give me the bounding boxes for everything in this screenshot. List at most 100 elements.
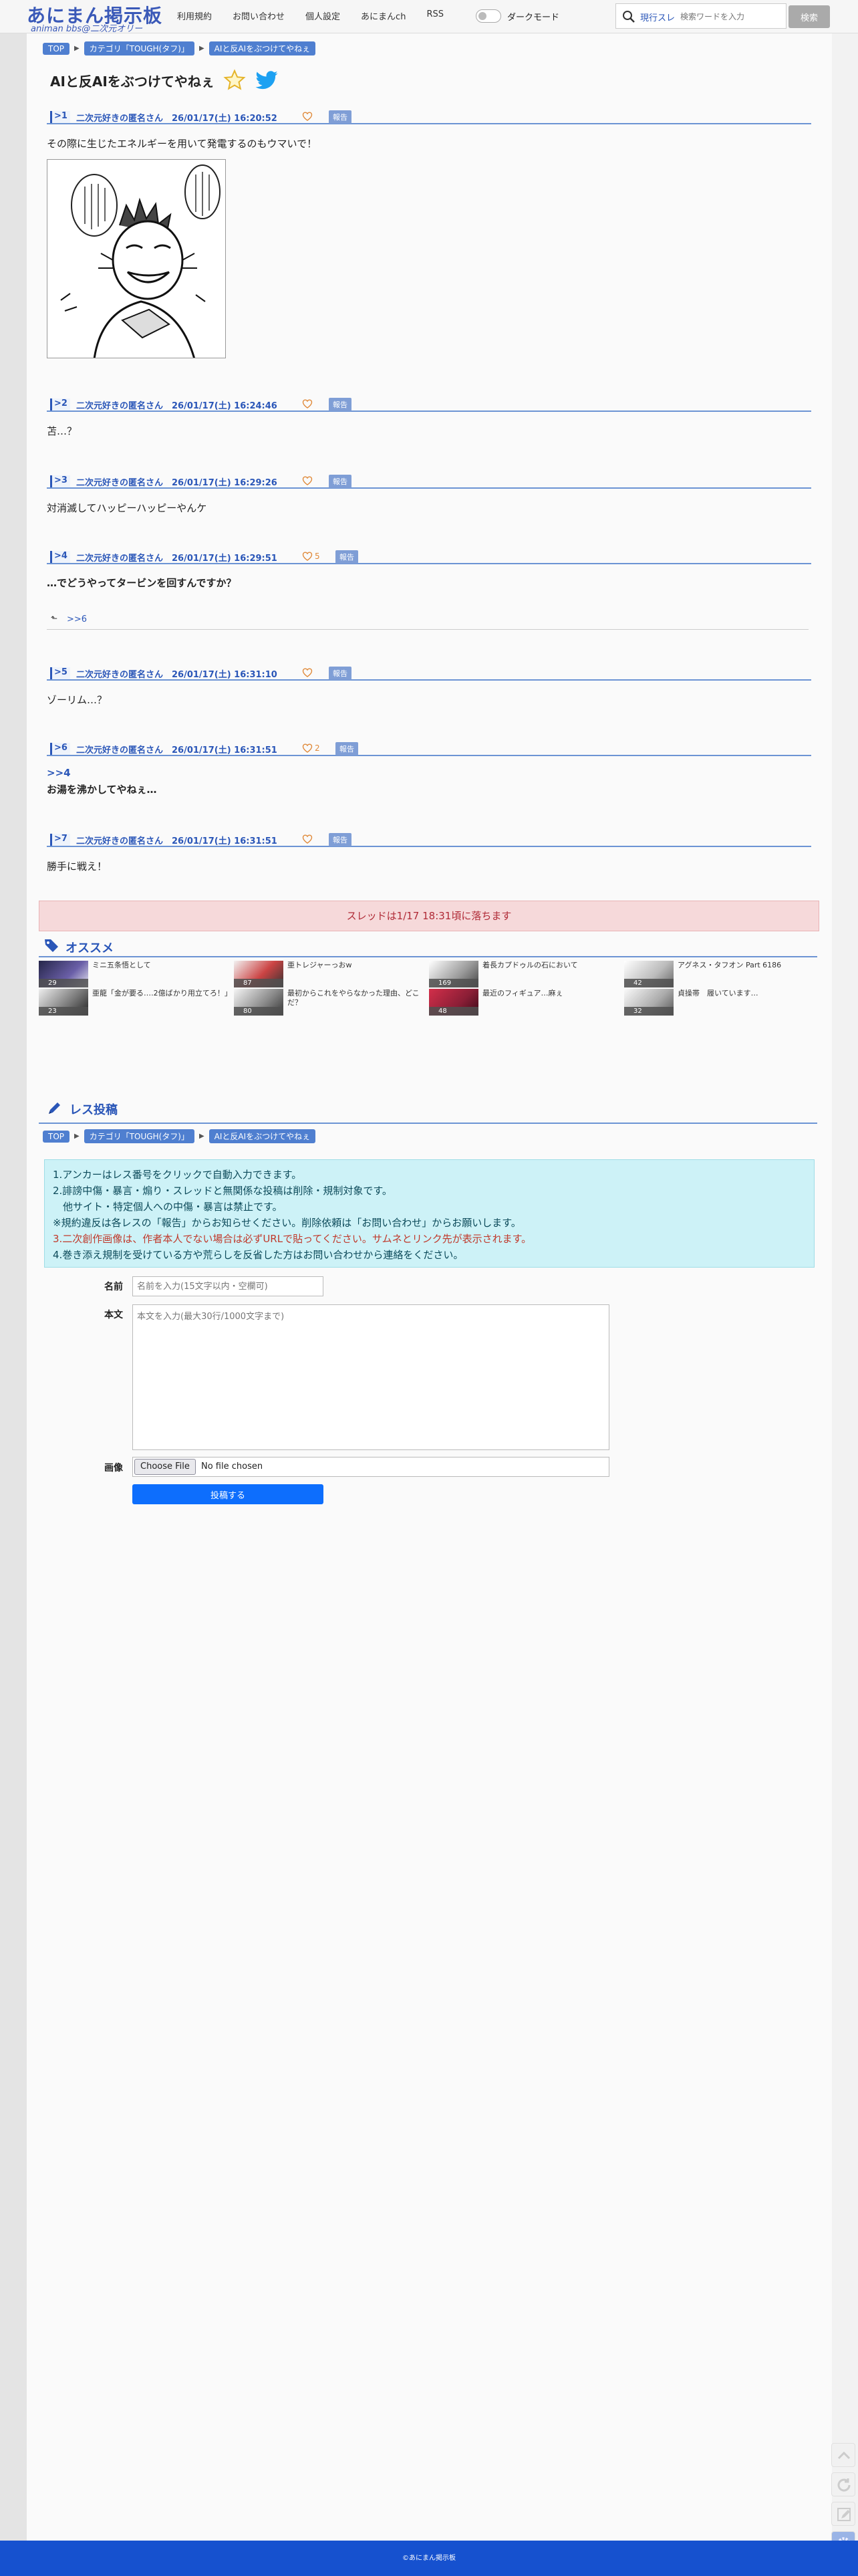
post-header: >5 二次元好きの匿名さん 26/01/17(土) 16:31:10 報告 [47, 666, 811, 681]
dark-mode-label: ダークモード [507, 13, 560, 23]
recommend-item[interactable]: 169 着長カプドゥルの石において [429, 961, 616, 987]
nav-terms[interactable]: 利用規約 [177, 9, 212, 22]
recommend-thumbnail: 42 [624, 961, 674, 987]
breadcrumb-category[interactable]: カテゴリ「TOUGH(タフ)」 [84, 1129, 194, 1143]
post-number[interactable]: >1 [50, 111, 70, 123]
search-scope-select[interactable]: 現行スレ [640, 11, 675, 23]
write-post-button[interactable] [831, 2502, 855, 2526]
nav-animanch[interactable]: あにまんch [361, 9, 406, 22]
recommend-thumbnail: 23 [39, 989, 88, 1016]
post-number[interactable]: >2 [50, 398, 70, 411]
post-header: >2 二次元好きの匿名さん 26/01/17(土) 16:24:46 報告 [47, 397, 811, 412]
anchor-link[interactable]: >>4 [47, 767, 71, 779]
report-button[interactable]: 報告 [329, 475, 351, 488]
thread-expire-notice: スレッドは1/17 18:31頃に落ちます [39, 901, 819, 931]
post-form-title: レス投稿 [69, 1103, 118, 1117]
recommend-item[interactable]: 32 貞操帯 履いています… [624, 989, 811, 1016]
main-nav: 利用規約 お問い合わせ 個人設定 あにまんch RSS [177, 9, 464, 22]
reload-button[interactable] [831, 2472, 855, 2496]
comment-count: 23 [39, 1007, 88, 1016]
report-button[interactable]: 報告 [329, 833, 351, 846]
breadcrumb: TOP ▶ カテゴリ「TOUGH(タフ)」 ▶ AIと反AIをぶつけてやねぇ [43, 41, 316, 55]
post-meta: 二次元好きの匿名さん 26/01/17(土) 16:31:51 [76, 836, 277, 846]
recommend-thumbnail: 48 [429, 989, 478, 1016]
nav-contact[interactable]: お問い合わせ [233, 9, 285, 22]
breadcrumb-category[interactable]: カテゴリ「TOUGH(タフ)」 [84, 41, 194, 55]
post-meta: 二次元好きの匿名さん 26/01/17(土) 16:29:26 [76, 478, 277, 488]
recommend-item[interactable]: 23 亜龍「金が要る‥‥2億ばかり用立てろ！」 [39, 989, 232, 1016]
recommend-item[interactable]: 80 最初からこれをやらなかった理由、どこだ？ [234, 989, 421, 1016]
favorite-star-icon[interactable] [223, 69, 247, 92]
recommend-item[interactable]: 42 アグネス・タフオン Part 6186 [624, 961, 811, 987]
site-logo[interactable]: あにまん掲示板 animan bbs@二次元オリー [27, 1, 164, 34]
body-textarea[interactable] [132, 1304, 609, 1450]
body-label: 本文 [104, 1310, 123, 1320]
breadcrumb-top[interactable]: TOP [43, 1130, 70, 1143]
post-number[interactable]: >7 [50, 834, 70, 846]
post-number[interactable]: >3 [50, 475, 70, 487]
recommend-item[interactable]: 29 ミニ五条悟として [39, 961, 226, 987]
image-label: 画像 [104, 1463, 123, 1474]
post-number[interactable]: >5 [50, 667, 70, 679]
site-footer: ©あにまん掲示板 [0, 2541, 858, 2576]
submit-post-button[interactable]: 投稿する [132, 1484, 323, 1504]
like-heart-icon[interactable] [302, 398, 313, 409]
name-field[interactable] [132, 1276, 323, 1296]
like-heart-icon[interactable] [302, 667, 313, 678]
like-heart-icon[interactable] [302, 111, 313, 122]
post-body: ゾーリム…？ [47, 694, 108, 706]
report-button[interactable]: 報告 [329, 667, 351, 680]
post-body: その際に生じたエネルギーを用いて発電するのもウマいで！ [47, 138, 317, 150]
reply-arrow-icon: ⬑ [51, 614, 58, 623]
site-header: あにまん掲示板 animan bbs@二次元オリー 利用規約 お問い合わせ 個人… [0, 0, 858, 34]
comment-count: 29 [39, 979, 88, 987]
breadcrumb-top[interactable]: TOP [43, 42, 70, 55]
like-heart-icon[interactable] [302, 475, 313, 486]
report-button[interactable]: 報告 [335, 550, 358, 564]
post-meta: 二次元好きの匿名さん 26/01/17(土) 16:31:51 [76, 745, 277, 755]
dark-mode-toggle[interactable] [476, 9, 501, 23]
recommend-title-text: 亜トレジャーっおw [287, 961, 352, 969]
reload-icon [837, 2478, 851, 2492]
comment-count: 32 [624, 1007, 674, 1016]
comment-count: 80 [234, 1007, 283, 1016]
report-button[interactable]: 報告 [329, 398, 351, 411]
recommend-title-text: 亜龍「金が要る‥‥2億ばかり用立てろ！」 [92, 989, 232, 998]
post-header: >3 二次元好きの匿名さん 26/01/17(土) 16:29:26 報告 [47, 474, 811, 489]
search-input[interactable] [680, 9, 780, 24]
rule-line: 4.巻き添え規制を受けている方や荒らしを反省した方はお問い合わせから連絡をくださ… [53, 1249, 464, 1261]
pen-icon [49, 1102, 60, 1114]
manga-image[interactable] [47, 159, 226, 358]
recommend-title-text: ミニ五条悟として [92, 961, 151, 969]
choose-file-button[interactable]: Choose File [134, 1459, 196, 1475]
post-body: 勝手に戦え！ [47, 860, 108, 872]
recommend-item[interactable]: 87 亜トレジャーっおw [234, 961, 421, 987]
post-number[interactable]: >6 [50, 743, 70, 755]
nav-rss[interactable]: RSS [426, 9, 444, 22]
nav-settings[interactable]: 個人設定 [305, 9, 340, 22]
search-button[interactable]: 検索 [789, 5, 830, 28]
posting-rules: 1.アンカーはレス番号をクリックで自動入力できます。 2.誹謗中傷・暴言・煽り・… [44, 1159, 815, 1268]
recommend-title-text: アグネス・タフオン Part 6186 [678, 961, 782, 969]
recommend-item[interactable]: 48 最近のフィギュア…麻ぇ [429, 989, 616, 1016]
like-heart-icon[interactable] [302, 551, 313, 562]
recommend-thumbnail: 80 [234, 989, 283, 1016]
like-heart-icon[interactable] [302, 834, 313, 844]
report-button[interactable]: 報告 [335, 742, 358, 755]
scroll-top-button[interactable] [831, 2443, 855, 2467]
twitter-share-icon[interactable] [255, 71, 279, 91]
post-number[interactable]: >4 [50, 551, 70, 563]
tag-icon [45, 939, 58, 952]
post-header: >4 二次元好きの匿名さん 26/01/17(土) 16:29:51 5 報告 [47, 550, 811, 564]
post-body: 苫…？ [47, 425, 78, 437]
report-button[interactable]: 報告 [329, 110, 351, 124]
recommend-thumbnail: 29 [39, 961, 88, 987]
breadcrumb-thread[interactable]: AIと反AIをぶつけてやねぇ [208, 41, 316, 55]
reply-link[interactable]: >>6 [67, 614, 87, 624]
chevron-up-icon [837, 2451, 851, 2460]
post-body: 対消滅してハッピーハッピーやんケ [47, 502, 207, 514]
breadcrumb-thread[interactable]: AIと反AIをぶつけてやねぇ [208, 1129, 316, 1143]
like-heart-icon[interactable] [302, 743, 313, 753]
recommend-title-text: 最初からこれをやらなかった理由、どこだ？ [287, 989, 420, 1007]
image-file-input[interactable]: Choose File No file chosen [132, 1457, 609, 1477]
